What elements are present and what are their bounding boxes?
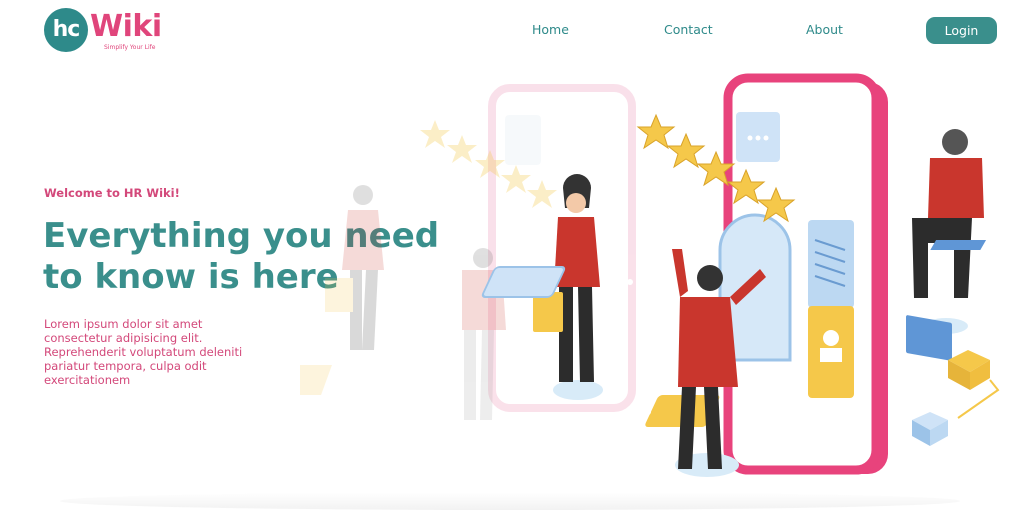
bottom-shadow: [60, 492, 960, 510]
laptop-man-figure: [906, 129, 987, 361]
login-button[interactable]: Login: [926, 17, 997, 44]
hero-illustration: [300, 73, 1000, 477]
logo-badge: hc: [44, 8, 88, 52]
nav-contact[interactable]: Contact: [664, 22, 713, 40]
woman-figure: [481, 174, 643, 400]
isometric-cubes: [912, 350, 1000, 446]
logo-wordmark: Wiki: [90, 9, 162, 44]
welcome-text: Welcome to HR Wiki!: [44, 186, 180, 200]
hero-paragraph: Lorem ipsum dolor sit amet consectetur a…: [44, 317, 243, 387]
hc-wiki-logo[interactable]: hc Wiki Simplify Your Life: [44, 8, 164, 54]
faded-person: [300, 185, 384, 395]
nav-home[interactable]: Home: [532, 22, 569, 40]
logo-tagline: Simplify Your Life: [104, 44, 156, 51]
nav-about[interactable]: About: [806, 22, 843, 40]
